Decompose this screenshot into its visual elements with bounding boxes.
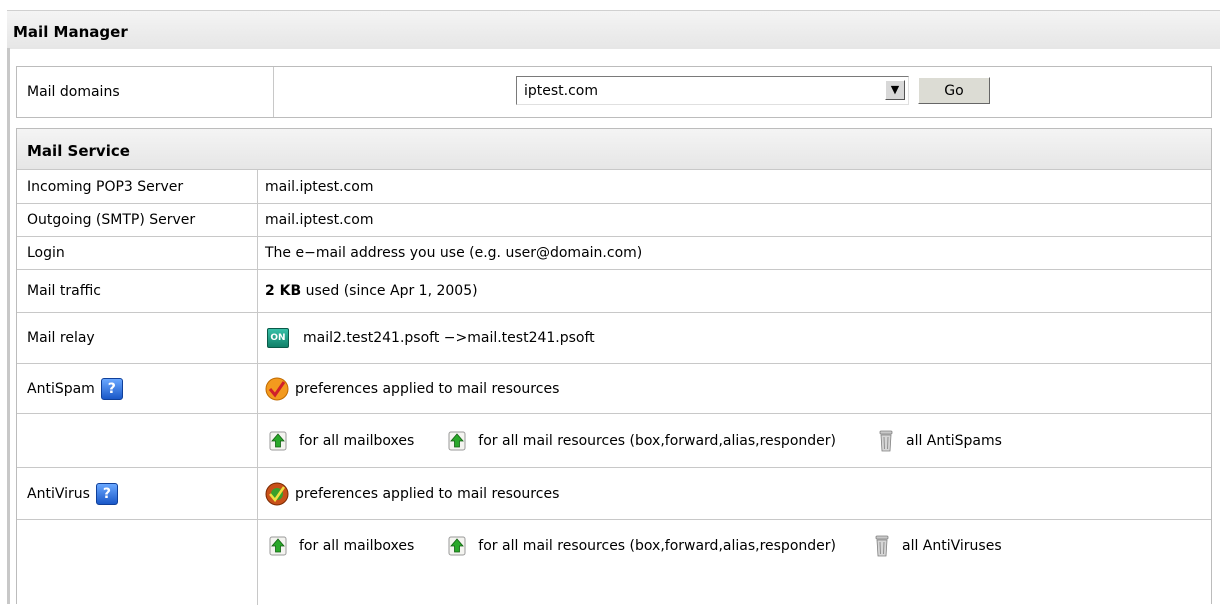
mail-domain-select[interactable]: iptest.com ▼ (516, 76, 909, 105)
antispam-label: AntiSpam (27, 380, 95, 397)
antispam-all-mailboxes-text: for all mailboxes (299, 432, 415, 449)
mail-service-title: Mail Service (27, 142, 130, 160)
antispam-all-resources-text: for all mail resources (box,forward,alia… (478, 432, 836, 449)
antispam-icon (265, 377, 289, 400)
antivirus-delete-all-text: all AntiViruses (901, 538, 1002, 554)
antivirus-prefs-link[interactable]: preferences applied to mail resources (265, 468, 559, 519)
login-value: The e−mail address you use (e.g. user@do… (265, 245, 643, 261)
antispam-actions: for all mailboxes for all mail resources… (269, 414, 1002, 467)
smtp-row: Outgoing (SMTP) Server mail.iptest.com (17, 203, 1211, 236)
pop3-value: mail.iptest.com (265, 178, 374, 195)
antivirus-actions-row: for all mailboxes for all mail resources… (17, 519, 1211, 605)
antivirus-all-mailboxes-link[interactable]: for all mailboxes (269, 536, 414, 556)
antivirus-label: AntiVirus (27, 485, 90, 502)
antispam-delete-all-text: all AntiSpams (905, 432, 1002, 449)
antivirus-icon (265, 482, 289, 505)
mail-traffic-value: 2 KB used (since Apr 1, 2005) (265, 270, 478, 312)
antispam-actions-row: for all mailboxes for all mail resources… (17, 413, 1211, 467)
antispam-all-mailboxes-link[interactable]: for all mailboxes (269, 431, 414, 451)
smtp-label: Outgoing (SMTP) Server (27, 212, 196, 228)
antivirus-all-mailboxes-text: for all mailboxes (299, 538, 415, 554)
smtp-value: mail.iptest.com (265, 212, 374, 228)
help-icon[interactable]: ? (95, 482, 118, 505)
antivirus-prefs-text: preferences applied to mail resources (295, 485, 560, 502)
mail-relay-value: ON mail2.test241.psoft −>mail.test241.ps… (265, 313, 595, 363)
antispam-delete-all-link[interactable]: all AntiSpams (878, 430, 1002, 452)
antispam-prefs-text: preferences applied to mail resources (295, 380, 560, 397)
antivirus-row: AntiVirus ? preferences applied to mail … (17, 467, 1211, 519)
mail-domains-row: Mail domains iptest.com ▼ Go (16, 66, 1212, 118)
apply-up-arrow-icon (269, 431, 287, 450)
apply-up-arrow-icon (448, 431, 466, 450)
antivirus-label-cell: AntiVirus ? (27, 468, 118, 519)
antivirus-actions: for all mailboxes for all mail resources… (269, 520, 1002, 572)
mail-relay-text: mail2.test241.psoft −>mail.test241.psoft (303, 330, 595, 346)
mail-relay-row: Mail relay ON mail2.test241.psoft −>mail… (17, 312, 1211, 363)
pop3-row: Incoming POP3 Server mail.iptest.com (17, 169, 1211, 203)
antispam-row: AntiSpam ? preferences applied to mail r… (17, 363, 1211, 413)
mail-service-panel: Mail Service Incoming POP3 Server mail.i… (16, 128, 1212, 605)
apply-up-arrow-icon (269, 536, 287, 556)
login-label: Login (27, 245, 65, 261)
trash-icon (879, 430, 893, 451)
column-divider (273, 67, 274, 117)
mail-traffic-row: Mail traffic 2 KB used (since Apr 1, 200… (17, 269, 1211, 312)
pop3-label: Incoming POP3 Server (27, 178, 184, 195)
antispam-all-resources-link[interactable]: for all mail resources (box,forward,alia… (448, 431, 836, 451)
mail-traffic-label: Mail traffic (27, 283, 101, 299)
apply-up-arrow-icon (448, 536, 466, 556)
chevron-down-icon[interactable]: ▼ (885, 80, 905, 100)
mail-domains-label: Mail domains (27, 84, 120, 100)
antispam-prefs-link[interactable]: preferences applied to mail resources (265, 364, 559, 413)
mail-service-header: Mail Service (17, 129, 1211, 169)
mail-traffic-amount: 2 KB (265, 283, 302, 299)
page-title: Mail Manager (13, 23, 128, 41)
antivirus-delete-all-link[interactable]: all AntiViruses (874, 535, 1002, 557)
login-row: Login The e−mail address you use (e.g. u… (17, 236, 1211, 269)
mail-manager-header: Mail Manager (7, 10, 1220, 49)
help-icon[interactable]: ? (100, 377, 123, 400)
antivirus-all-resources-link[interactable]: for all mail resources (box,forward,alia… (448, 536, 836, 556)
mail-domain-selected: iptest.com (524, 83, 599, 99)
go-button[interactable]: Go (918, 77, 990, 104)
antivirus-all-resources-text: for all mail resources (box,forward,alia… (478, 538, 836, 554)
trash-icon (875, 535, 889, 557)
antispam-label-cell: AntiSpam ? (27, 364, 123, 413)
on-badge-icon[interactable]: ON (267, 328, 289, 348)
left-border (7, 48, 10, 604)
mail-traffic-period: used (since Apr 1, 2005) (305, 283, 478, 299)
mail-relay-label: Mail relay (27, 330, 95, 346)
